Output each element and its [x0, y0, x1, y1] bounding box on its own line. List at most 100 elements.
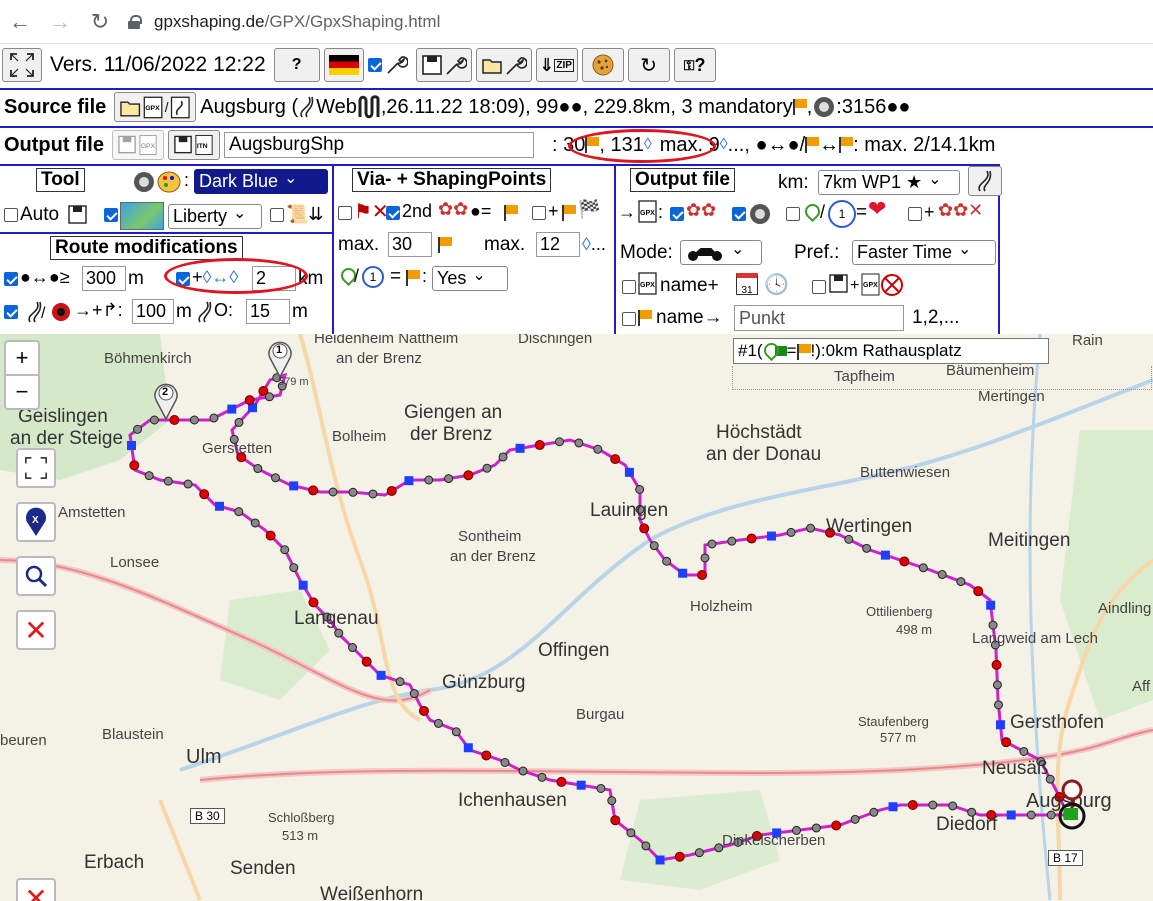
- track-point[interactable]: [368, 489, 378, 499]
- save-gpx-button[interactable]: GPX: [111, 130, 164, 160]
- via-point[interactable]: [386, 485, 397, 496]
- shaping-point[interactable]: [404, 476, 414, 486]
- cookie-button[interactable]: [581, 48, 624, 82]
- refresh-button[interactable]: ↻: [627, 48, 670, 82]
- track-point[interactable]: [554, 437, 564, 447]
- track-point[interactable]: [250, 518, 260, 528]
- shaping-point[interactable]: [888, 802, 898, 812]
- track-point[interactable]: [409, 689, 419, 699]
- track-point[interactable]: [433, 718, 443, 728]
- via-point[interactable]: [534, 440, 545, 451]
- track-point[interactable]: [596, 783, 606, 793]
- shaping-point[interactable]: [127, 441, 137, 451]
- shaping-point[interactable]: [463, 743, 473, 753]
- track-point[interactable]: [253, 464, 263, 474]
- back-icon[interactable]: ←: [0, 2, 40, 42]
- shaping-point[interactable]: [995, 720, 1005, 730]
- map-checkbox[interactable]: [104, 208, 118, 222]
- min-distance-checkbox[interactable]: [4, 272, 18, 286]
- via-point[interactable]: [361, 656, 372, 667]
- track-point[interactable]: [271, 473, 281, 483]
- track-point[interactable]: [264, 392, 274, 402]
- load-source-button[interactable]: GPX /: [114, 92, 197, 122]
- shaping-point[interactable]: [576, 780, 586, 790]
- track-point[interactable]: [395, 677, 405, 687]
- zoom-out-button[interactable]: −: [4, 374, 40, 410]
- via-point[interactable]: [308, 485, 319, 496]
- via-point[interactable]: [556, 776, 567, 787]
- track-point[interactable]: [189, 415, 199, 425]
- save-settings-button[interactable]: [415, 48, 472, 82]
- shaping-point[interactable]: [298, 580, 308, 590]
- track-point[interactable]: [649, 541, 659, 551]
- track-point[interactable]: [607, 796, 617, 806]
- via-point[interactable]: [129, 460, 140, 471]
- locate-button[interactable]: X: [16, 502, 56, 542]
- track-point[interactable]: [641, 841, 651, 851]
- pin-checkbox[interactable]: [786, 207, 800, 221]
- track-point[interactable]: [289, 563, 299, 573]
- track-point[interactable]: [209, 413, 219, 423]
- auto-checkbox[interactable]: [4, 208, 18, 222]
- scroll-checkbox[interactable]: [270, 208, 284, 222]
- via-point[interactable]: [265, 530, 276, 541]
- via-point[interactable]: [610, 815, 621, 826]
- track-point[interactable]: [451, 727, 461, 737]
- track-point[interactable]: [992, 680, 1002, 690]
- track-point[interactable]: [956, 577, 966, 587]
- track-point[interactable]: [626, 828, 636, 838]
- track-point[interactable]: [280, 545, 290, 555]
- shaping-point[interactable]: [227, 404, 237, 414]
- via-point[interactable]: [899, 556, 910, 567]
- track-point[interactable]: [988, 620, 998, 630]
- track-point[interactable]: [482, 463, 492, 473]
- track-point[interactable]: [537, 772, 547, 782]
- forward-icon[interactable]: →: [40, 2, 80, 42]
- name-arrow-checkbox[interactable]: [622, 312, 636, 326]
- track-point[interactable]: [163, 476, 173, 486]
- track-point[interactable]: [518, 766, 528, 776]
- zip-button[interactable]: ⇓ ZIP: [535, 48, 578, 82]
- track-point[interactable]: [811, 823, 821, 833]
- help-button[interactable]: ?: [273, 48, 320, 82]
- via-point[interactable]: [746, 533, 757, 544]
- track-point[interactable]: [593, 444, 603, 454]
- shaping-point[interactable]: [655, 855, 665, 865]
- option-checkbox[interactable]: [367, 58, 382, 72]
- detour-checkbox[interactable]: [4, 305, 18, 319]
- save-plus-checkbox[interactable]: [812, 280, 826, 294]
- mode-select[interactable]: [680, 240, 762, 265]
- clear-button[interactable]: ✕: [16, 610, 56, 650]
- clear-button-2[interactable]: ✕: [16, 878, 56, 901]
- shaping-point[interactable]: [766, 531, 776, 541]
- plus-checkbox[interactable]: [532, 206, 546, 220]
- output-filename-input[interactable]: AugsburgShp: [223, 132, 534, 158]
- name-plus-checkbox[interactable]: [622, 280, 636, 294]
- key-help-button[interactable]: ⚿?: [673, 48, 716, 82]
- zoom-in-button[interactable]: +: [4, 340, 40, 376]
- map-view[interactable]: Böhmenkirch Heidenheim Nattheim an der B…: [0, 334, 1153, 901]
- shaping-point[interactable]: [1006, 810, 1016, 820]
- track-point[interactable]: [348, 487, 358, 497]
- second-checkbox[interactable]: [386, 206, 400, 220]
- track-point[interactable]: [444, 474, 454, 484]
- shaping-point[interactable]: [515, 443, 525, 453]
- via-point[interactable]: [418, 705, 429, 716]
- route-color-select[interactable]: Dark Blue: [194, 169, 328, 194]
- track-point[interactable]: [635, 484, 645, 494]
- via-point[interactable]: [907, 800, 918, 810]
- via-point[interactable]: [831, 820, 842, 831]
- via-point[interactable]: [1001, 737, 1012, 748]
- track-point[interactable]: [850, 814, 860, 824]
- via-point[interactable]: [481, 750, 492, 761]
- track-point[interactable]: [993, 700, 1003, 710]
- shaping-point[interactable]: [376, 670, 386, 680]
- map-style-select[interactable]: Liberty: [168, 204, 262, 229]
- track-point[interactable]: [694, 848, 704, 858]
- track-point[interactable]: [662, 556, 672, 566]
- tire-checkbox[interactable]: [732, 207, 746, 221]
- track-point[interactable]: [334, 628, 344, 638]
- track-point[interactable]: [862, 543, 872, 553]
- pref-select[interactable]: Faster Time: [852, 240, 996, 265]
- open-settings-button[interactable]: [475, 48, 532, 82]
